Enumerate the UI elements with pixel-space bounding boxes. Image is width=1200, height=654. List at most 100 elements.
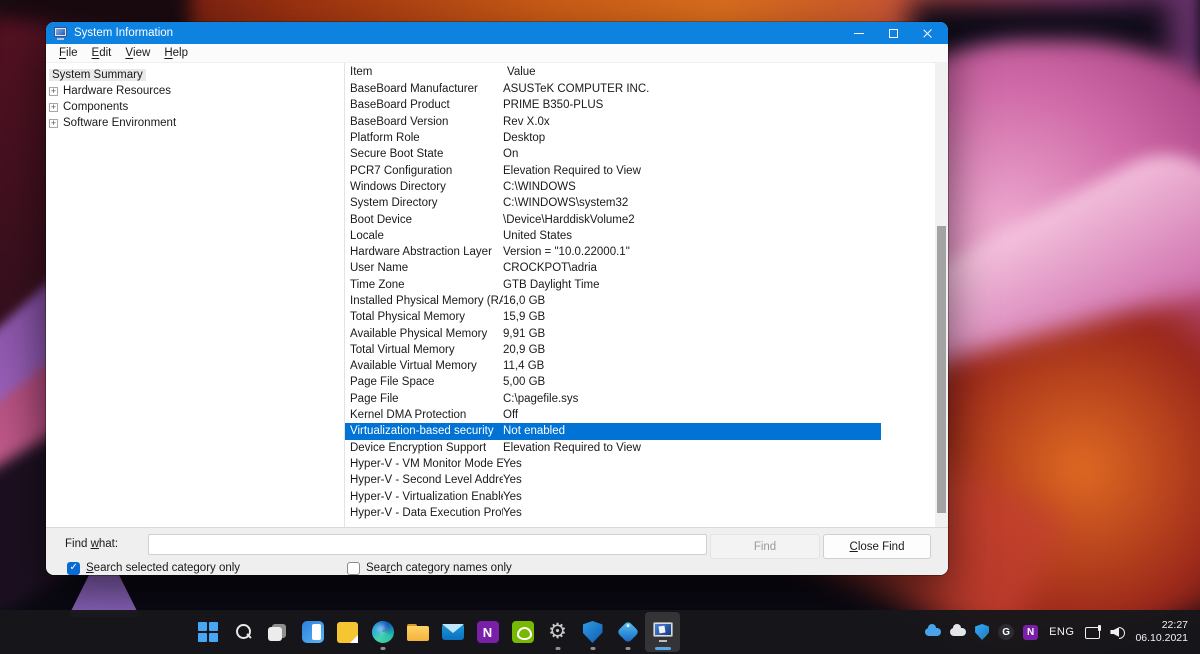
table-row[interactable]: Windows Directory C:\WINDOWS: [345, 179, 881, 195]
table-row[interactable]: Platform Role Desktop: [345, 130, 881, 146]
vertical-scrollbar[interactable]: [935, 63, 948, 527]
sticky-notes-icon: [337, 621, 358, 643]
maximize-icon: [888, 28, 898, 38]
volume-icon[interactable]: [1110, 625, 1126, 639]
onedrive-cloud-icon[interactable]: [925, 624, 942, 636]
menu-item[interactable]: Help: [157, 44, 195, 62]
widgets-button[interactable]: [295, 612, 330, 652]
table-row[interactable]: Available Physical Memory 9,91 GB: [345, 325, 881, 341]
tree-item[interactable]: + Components: [49, 99, 344, 115]
maximize-button[interactable]: [876, 23, 910, 43]
table-row[interactable]: Hyper-V - VM Monitor Mode E... Yes: [345, 456, 881, 472]
table-row[interactable]: Page File C:\pagefile.sys: [345, 391, 881, 407]
system-information-app-icon: [54, 27, 68, 40]
find-bar: Find what: Find Close Find Search select…: [46, 527, 948, 575]
task-view-icon: [267, 622, 289, 642]
start-icon: [197, 622, 218, 642]
title-bar[interactable]: System Information: [46, 22, 948, 44]
menu-item[interactable]: View: [118, 44, 157, 62]
close-button[interactable]: [910, 23, 944, 43]
system-information-window: System Information File Edit View Help S…: [46, 22, 948, 575]
start-button[interactable]: [190, 612, 225, 652]
search-category-names-label: Search category names only: [366, 562, 512, 574]
table-rows: BaseBoard Manufacturer ASUSTeK COMPUTER I…: [345, 81, 935, 527]
table-row[interactable]: Device Encryption Support Elevation Requi…: [345, 440, 881, 456]
date: 06.10.2021: [1135, 632, 1188, 644]
table-row[interactable]: Hardware Abstraction Layer Version = "10.…: [345, 244, 881, 260]
windows-security-tray-icon[interactable]: ✓: [975, 624, 990, 640]
table-row[interactable]: Available Virtual Memory 11,4 GB: [345, 358, 881, 374]
blue-gem-icon: [616, 620, 639, 644]
blue-gem-app-button[interactable]: [610, 612, 645, 652]
tree-item[interactable]: + Hardware Resources: [49, 83, 344, 99]
security-shield-icon: [582, 621, 603, 643]
sticky-notes-button[interactable]: [330, 612, 365, 652]
table-row[interactable]: Hyper-V - Data Execution Prote...Yes: [345, 505, 881, 521]
file-explorer-icon: [406, 623, 429, 641]
table-row[interactable]: System Directory C:\WINDOWS\system32: [345, 195, 881, 211]
table-row[interactable]: Secure Boot State On: [345, 146, 881, 162]
table-row[interactable]: Time Zone GTB Daylight Time: [345, 277, 881, 293]
minimize-button[interactable]: [842, 23, 876, 43]
running-indicator: [625, 647, 630, 650]
find-button[interactable]: Find: [710, 534, 820, 559]
search-selected-category-label: Search selected category only: [86, 562, 241, 574]
system-information-taskbar-button[interactable]: [645, 612, 680, 652]
expand-plus-icon[interactable]: +: [49, 118, 58, 128]
mail-button[interactable]: [435, 612, 470, 652]
tree-item[interactable]: System Summary: [49, 67, 344, 83]
table-row[interactable]: BaseBoard Product PRIME B350-PLUS: [345, 97, 881, 113]
notion-tray-icon[interactable]: N: [1023, 624, 1039, 640]
nvidia-icon: [511, 621, 534, 643]
column-header-value: Value: [507, 66, 536, 78]
table-row[interactable]: Boot Device \Device\HarddiskVolume2: [345, 211, 881, 227]
details-pane: Item Value BaseBoard Manufacturer ASUSTeK…: [345, 63, 948, 527]
edge-button[interactable]: [365, 612, 400, 652]
table-row[interactable]: Page File Space 5,00 GB: [345, 374, 881, 390]
close-icon: [922, 28, 933, 39]
table-row[interactable]: Installed Physical Memory (RAM) 16,0 GB: [345, 293, 881, 309]
file-explorer-button[interactable]: [400, 612, 435, 652]
table-row[interactable]: BaseBoard Manufacturer ASUSTeK COMPUTER I…: [345, 81, 881, 97]
settings-button[interactable]: ⚙: [540, 612, 575, 652]
window-title: System Information: [74, 27, 174, 39]
windows-security-button[interactable]: [575, 612, 610, 652]
table-row[interactable]: Locale United States: [345, 228, 881, 244]
onenote-button[interactable]: N: [470, 612, 505, 652]
settings-gear-icon: ⚙: [548, 620, 567, 643]
minimize-icon: [854, 32, 864, 34]
widgets-icon: [301, 621, 324, 643]
find-input[interactable]: [148, 533, 707, 555]
scrollbar-thumb[interactable]: [937, 226, 946, 513]
tree-item[interactable]: + Software Environment: [49, 115, 344, 131]
table-row[interactable]: Total Virtual Memory 20,9 GB: [345, 342, 881, 358]
network-icon[interactable]: [1085, 625, 1102, 639]
expand-plus-icon[interactable]: +: [49, 102, 58, 112]
menu-item[interactable]: File: [52, 44, 85, 62]
table-row[interactable]: Virtualization-based security Not enabled: [345, 423, 881, 440]
search-category-names-checkbox[interactable]: [347, 561, 360, 575]
search-button[interactable]: [225, 612, 260, 652]
cloud-white-icon[interactable]: [950, 624, 967, 636]
language-indicator[interactable]: ENG: [1047, 626, 1076, 638]
table-row[interactable]: BaseBoard Version Rev X.0x: [345, 114, 881, 130]
close-find-button[interactable]: Close Find: [823, 534, 931, 559]
table-row[interactable]: Hyper-V - Second Level Addres...Yes: [345, 472, 881, 488]
table-row[interactable]: Kernel DMA Protection Off: [345, 407, 881, 423]
system-tray: ✓ G N ENG 22:27 06.10.2021: [925, 610, 1200, 654]
running-indicator: [555, 647, 560, 650]
nvidia-button[interactable]: [505, 612, 540, 652]
table-row[interactable]: Total Physical Memory 15,9 GB: [345, 309, 881, 325]
g-app-tray-icon[interactable]: G: [998, 624, 1015, 640]
taskbar: N ⚙ ✓ G N ENG 22:27 06.10.2021: [0, 610, 1200, 654]
table-row[interactable]: PCR7 Configuration Elevation Required to …: [345, 162, 881, 178]
search-selected-category-checkbox[interactable]: [67, 561, 80, 575]
table-row[interactable]: Hyper-V - Virtualization Enable... Yes: [345, 488, 881, 504]
expand-plus-icon[interactable]: +: [49, 86, 58, 96]
search-icon: [233, 622, 253, 642]
task-view-button[interactable]: [260, 612, 295, 652]
time: 22:27: [1161, 619, 1188, 631]
table-row[interactable]: User Name CROCKPOT\adria: [345, 260, 881, 276]
clock[interactable]: 22:27 06.10.2021: [1135, 619, 1188, 645]
menu-item[interactable]: Edit: [85, 44, 119, 62]
